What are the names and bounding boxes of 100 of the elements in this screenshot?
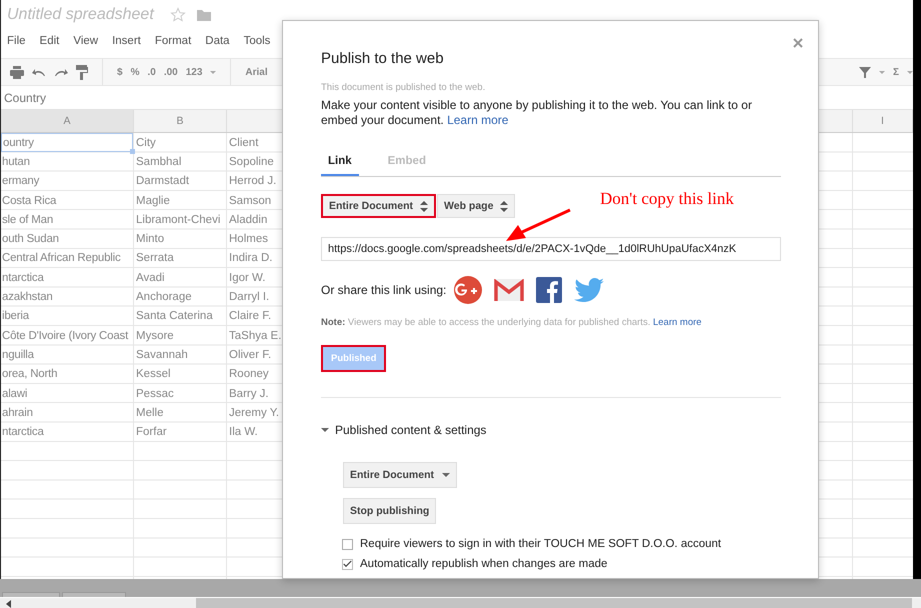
scope-dropdown[interactable]: Entire Document [343, 462, 458, 488]
menu-item[interactable]: Data [205, 35, 230, 47]
menu-item[interactable]: View [73, 35, 98, 47]
table-cell: Maglie [136, 194, 170, 207]
learn-more-link[interactable]: Learn more [447, 113, 508, 127]
paint-roller-icon[interactable] [76, 64, 88, 80]
table-cell: Holmes [229, 233, 268, 246]
table-cell: TaShya E. [229, 330, 282, 342]
font-button[interactable]: Arial [245, 66, 268, 78]
table-cell: City [136, 136, 156, 149]
table-cell: sle of Man [2, 214, 54, 226]
table-cell: Claire F. [229, 310, 272, 322]
table-cell: Anchorage [136, 291, 192, 304]
table-cell: Avadi [136, 272, 165, 284]
scroll-left-icon[interactable] [6, 600, 11, 608]
formula-text[interactable]: Country [4, 90, 46, 104]
stop-publishing-button[interactable]: Stop publishing [343, 498, 436, 524]
select-dropdown[interactable]: Entire Document [321, 194, 436, 218]
table-cell: ountry [3, 136, 34, 149]
table-cell: hutan [2, 156, 30, 168]
dialog-title: Publish to the web [321, 50, 445, 69]
menu-item[interactable]: Format [154, 35, 192, 47]
table-cell: Igor W. [229, 272, 266, 284]
table-cell: Minto [136, 233, 164, 246]
table-cell: orea, North [2, 368, 58, 380]
envelope-icon[interactable] [494, 279, 524, 301]
description-text: Make your content visible to anyone by publishing it to the web. You can link to or embed your document. Learn more [321, 98, 753, 128]
star-icon[interactable] [170, 7, 186, 23]
letter-f-icon[interactable] [536, 277, 562, 303]
currency-button[interactable]: $ [117, 66, 123, 78]
table-cell: ahrain [2, 406, 33, 419]
table-cell: Darmstadt [136, 175, 190, 188]
menu-item[interactable]: Edit [40, 35, 60, 47]
menu-item[interactable]: File [7, 35, 26, 47]
increase-decimals-button[interactable]: .00 [164, 66, 178, 78]
select-dropdown[interactable]: Web page [437, 194, 516, 218]
table-cell: alawi [2, 388, 28, 400]
fill-handle[interactable] [130, 149, 135, 154]
annotation-text: Don't copy this link [600, 189, 734, 209]
table-cell: Oliver F. [229, 348, 272, 361]
link-field[interactable]: https://docs.google.com/spreadsheets/d/e/2PACX-1vQde__1d0lRUhUpaUfacX4nzK [321, 237, 781, 261]
table-cell: azakhstan [2, 291, 53, 304]
table-cell: Client [229, 136, 258, 149]
up-down-icon [500, 200, 508, 212]
folder-icon[interactable] [196, 8, 212, 22]
caret-icon [907, 70, 913, 74]
number-format-button[interactable]: 123 [186, 66, 202, 78]
percent-button[interactable]: % [130, 66, 140, 78]
undo-icon[interactable] [32, 67, 46, 77]
table-cell: Libramont-Chevi [136, 214, 220, 226]
table-cell: Savannah [136, 348, 188, 361]
caret-icon [210, 70, 216, 74]
bird-icon[interactable] [574, 278, 604, 302]
table-cell: Rooney [229, 368, 269, 380]
up-down-icon [420, 200, 428, 212]
caret-icon [878, 70, 885, 74]
table-cell: Costa Rica [2, 194, 56, 207]
table-cell: Santa Caterina [136, 310, 213, 322]
table-cell: Pessac [136, 388, 174, 400]
table-cell: nguilla [2, 348, 34, 361]
selected-cell[interactable]: ountry [1, 133, 133, 152]
scrollbar-thumb[interactable] [196, 598, 912, 608]
table-cell: iberia [2, 310, 29, 322]
checkbox[interactable] [342, 538, 353, 550]
checkbox-label: Automatically republish when changes are made [360, 558, 608, 570]
status-text: This document is published to the web. [321, 82, 486, 93]
table-cell: Ila W. [229, 426, 258, 438]
table-cell: Jeremy Y. [229, 406, 280, 419]
column-header[interactable]: I [881, 115, 884, 127]
functions-button[interactable]: Σ [892, 66, 899, 78]
table-cell: outh Sudan [2, 233, 59, 246]
filter-icon[interactable] [858, 66, 871, 78]
circle-plus-icon[interactable] [454, 276, 482, 304]
table-cell: Melle [136, 406, 164, 419]
tab[interactable]: Link [321, 155, 359, 176]
table-cell: Herrod J. [229, 175, 276, 188]
redo-icon[interactable] [54, 67, 68, 77]
caret-icon [442, 473, 450, 477]
note-text: Note: Viewers may be able to access the underlying data for published charts. Learn more [321, 317, 703, 328]
print-icon[interactable] [10, 66, 24, 78]
menu-item[interactable]: Tools [244, 35, 270, 47]
learn-more-link[interactable]: Learn more [652, 317, 702, 328]
checkbox[interactable] [342, 558, 353, 570]
share-label: Or share this link using: [321, 283, 446, 297]
caret-down-icon [321, 426, 329, 434]
decrease-decimals-button[interactable]: .0 [147, 66, 156, 78]
table-cell: Serrata [136, 252, 174, 264]
table-cell: Aladdin [229, 214, 268, 226]
table-cell: Darryl I. [229, 291, 270, 304]
column-header[interactable]: B [176, 115, 184, 127]
table-cell: ntarctica [2, 426, 44, 438]
table-cell: Barry J. [229, 388, 269, 400]
menu-item[interactable]: Insert [112, 35, 141, 47]
table-cell: Forfar [136, 426, 167, 438]
table-cell: Kessel [136, 368, 171, 380]
table-cell: Côte D'Ivoire (Ivory Coast [2, 330, 128, 342]
table-cell: Central African Republic [2, 252, 121, 264]
close-icon[interactable] [793, 38, 803, 48]
table-cell: Samson [229, 194, 272, 207]
table-cell: Mysore [136, 330, 174, 342]
